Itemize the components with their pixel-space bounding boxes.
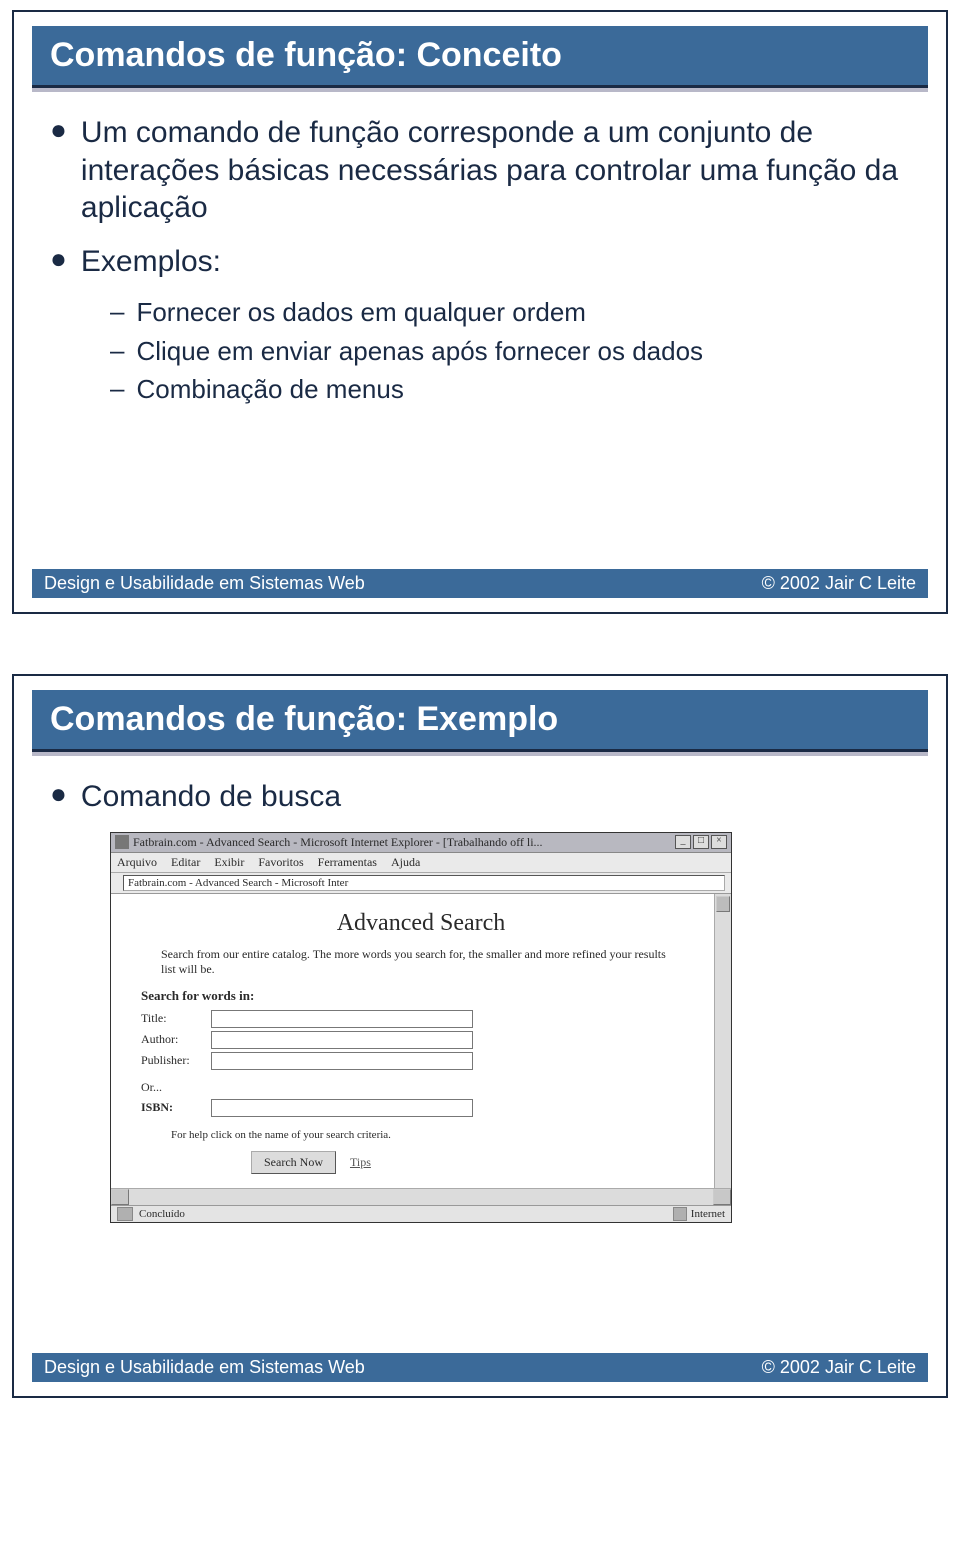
scroll-right-icon[interactable] — [713, 1189, 731, 1205]
slide-1-content: ● Um comando de função corresponde a um … — [32, 114, 928, 406]
footer-left: Design e Usabilidade em Sistemas Web — [44, 1357, 365, 1378]
minimize-button[interactable]: _ — [675, 835, 691, 849]
scroll-left-icon[interactable] — [111, 1189, 129, 1205]
menu-item[interactable]: Exibir — [214, 855, 244, 870]
field-label: Publisher: — [141, 1053, 211, 1068]
dash-icon: – — [110, 335, 124, 366]
sub-bullet-text: Fornecer os dados em qualquer ordem — [136, 296, 585, 329]
address-field[interactable]: Fatbrain.com - Advanced Search - Microso… — [123, 875, 725, 891]
browser-titlebar: Fatbrain.com - Advanced Search - Microso… — [111, 833, 731, 853]
page-heading: Advanced Search — [131, 910, 711, 937]
scroll-thumb[interactable] — [716, 896, 730, 912]
menu-item[interactable]: Arquivo — [117, 855, 157, 870]
bullet-item: ● Exemplos: — [50, 243, 916, 281]
close-button[interactable]: × — [711, 835, 727, 849]
slide-footer: Design e Usabilidade em Sistemas Web © 2… — [32, 569, 928, 598]
slide-title: Comandos de função: Exemplo — [32, 690, 928, 752]
slide-footer: Design e Usabilidade em Sistemas Web © 2… — [32, 1353, 928, 1382]
horizontal-scrollbar[interactable] — [111, 1188, 731, 1205]
browser-menubar: Arquivo Editar Exibir Favoritos Ferramen… — [111, 853, 731, 873]
field-row: Publisher: — [141, 1052, 711, 1070]
menu-item[interactable]: Ajuda — [391, 855, 420, 870]
bullet-text: Um comando de função corresponde a um co… — [81, 114, 916, 227]
page-description: Search from our entire catalog. The more… — [161, 947, 681, 978]
globe-icon — [673, 1207, 687, 1221]
bullet-icon: ● — [50, 116, 67, 144]
sub-bullet-item: – Fornecer os dados em qualquer ordem — [110, 296, 916, 329]
dash-icon: – — [110, 373, 124, 404]
slide-1: Comandos de função: Conceito ● Um comand… — [12, 10, 948, 614]
zone-indicator: Internet — [673, 1207, 725, 1221]
isbn-label: ISBN: — [141, 1100, 211, 1115]
bullet-icon: ● — [50, 245, 67, 273]
isbn-input[interactable] — [211, 1099, 473, 1117]
zone-text: Internet — [691, 1208, 725, 1220]
tips-link[interactable]: Tips — [350, 1155, 371, 1170]
bullet-item: ● Um comando de função corresponde a um … — [50, 114, 916, 227]
dash-icon: – — [110, 296, 124, 327]
sub-bullet-item: – Combinação de menus — [110, 373, 916, 406]
slide-1-inner: Comandos de função: Conceito ● Um comand… — [14, 12, 946, 612]
bullet-text: Exemplos: — [81, 243, 221, 281]
button-row: Search Now Tips — [251, 1151, 711, 1174]
menu-item[interactable]: Favoritos — [258, 855, 303, 870]
slide-2-inner: Comandos de função: Exemplo ● Comando de… — [14, 676, 946, 1396]
bullet-item: ● Comando de busca — [50, 778, 916, 816]
status-text: Concluído — [139, 1208, 185, 1220]
browser-page: Advanced Search Search from our entire c… — [111, 894, 731, 1188]
field-label: Title: — [141, 1011, 211, 1026]
publisher-input[interactable] — [211, 1052, 473, 1070]
bullet-icon: ● — [50, 780, 67, 808]
bullet-text: Comando de busca — [81, 778, 341, 816]
ie-icon — [115, 835, 129, 849]
field-row: ISBN: — [141, 1099, 711, 1117]
footer-right: © 2002 Jair C Leite — [762, 573, 916, 594]
maximize-button[interactable]: □ — [693, 835, 709, 849]
window-title: Fatbrain.com - Advanced Search - Microso… — [133, 835, 543, 850]
field-label: Author: — [141, 1032, 211, 1047]
sub-bullet-text: Clique em enviar apenas após fornecer os… — [136, 335, 703, 368]
footer-right: © 2002 Jair C Leite — [762, 1357, 916, 1378]
sub-bullet-item: – Clique em enviar apenas após fornecer … — [110, 335, 916, 368]
or-label: Or... — [141, 1080, 711, 1095]
field-row: Author: — [141, 1031, 711, 1049]
title-input[interactable] — [211, 1010, 473, 1028]
menu-item[interactable]: Ferramentas — [318, 855, 377, 870]
page-icon — [117, 1207, 133, 1221]
browser-status-bar: Concluído Internet — [111, 1205, 731, 1222]
menu-item[interactable]: Editar — [171, 855, 200, 870]
browser-address-bar: Fatbrain.com - Advanced Search - Microso… — [111, 873, 731, 894]
help-text: For help click on the name of your searc… — [171, 1129, 711, 1141]
sub-bullet-text: Combinação de menus — [136, 373, 403, 406]
author-input[interactable] — [211, 1031, 473, 1049]
slide-2: Comandos de função: Exemplo ● Comando de… — [12, 674, 948, 1398]
field-row: Title: — [141, 1010, 711, 1028]
section-label: Search for words in: — [141, 988, 711, 1004]
slide-title: Comandos de função: Conceito — [32, 26, 928, 88]
slide-2-content: ● Comando de busca Fatbrain.com - Advanc… — [32, 778, 928, 1223]
embedded-browser: Fatbrain.com - Advanced Search - Microso… — [110, 832, 732, 1223]
vertical-scrollbar[interactable] — [714, 894, 731, 1188]
footer-left: Design e Usabilidade em Sistemas Web — [44, 573, 365, 594]
search-now-button[interactable]: Search Now — [251, 1151, 336, 1174]
